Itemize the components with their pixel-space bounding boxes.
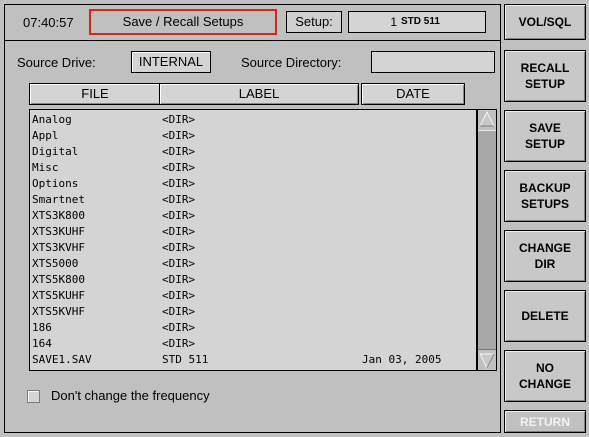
setup-label: Setup: <box>286 11 342 33</box>
file-name: XTS5KUHF <box>32 289 85 302</box>
file-name: Appl <box>32 129 59 142</box>
file-name: Smartnet <box>32 193 85 206</box>
file-name: 164 <box>32 337 52 350</box>
file-date: Jan 03, 2005 <box>362 353 442 366</box>
file-label: <DIR> <box>162 129 196 142</box>
file-label: <DIR> <box>162 305 196 318</box>
setup-number: 1 <box>390 15 397 29</box>
list-item[interactable]: Appl <DIR> <box>30 128 476 143</box>
column-header-label[interactable]: LABEL <box>159 83 359 105</box>
scroll-thumb[interactable] <box>478 130 496 350</box>
file-list[interactable]: Analog <DIR> Appl <DIR> Digital <DIR> Misc <… <box>29 109 477 371</box>
file-label: <DIR> <box>162 257 196 270</box>
save-recall-window: 07:40:57 Save / Recall Setups Setup: 1 S… <box>0 0 589 437</box>
file-name: XTS3K800 <box>32 209 85 222</box>
backup-setups-button[interactable]: BACKUP SETUPS <box>504 170 586 222</box>
delete-button[interactable]: DELETE <box>504 290 586 342</box>
list-item[interactable]: XTS3K800 <DIR> <box>30 208 476 223</box>
dont-change-frequency-label[interactable]: Don't change the frequency <box>51 388 210 403</box>
scroll-down-arrow-icon[interactable] <box>478 352 496 370</box>
column-header-date[interactable]: DATE <box>361 83 465 105</box>
softkey-sidebar: VOL/SQL RECALL SETUP SAVE SETUP BACKUP S… <box>504 4 586 433</box>
file-label: STD 511 <box>162 353 209 366</box>
file-label: <DIR> <box>162 289 196 302</box>
list-item[interactable]: 186 <DIR> <box>30 320 476 335</box>
list-item[interactable]: Digital <DIR> <box>30 144 476 159</box>
page-title: Save / Recall Setups <box>89 9 277 35</box>
no-change-button[interactable]: NO CHANGE <box>504 350 586 402</box>
change-dir-button[interactable]: CHANGE DIR <box>504 230 586 282</box>
setup-name: STD 511 <box>401 16 440 27</box>
file-label: <DIR> <box>162 113 196 126</box>
file-label: <DIR> <box>162 241 196 254</box>
file-name: XTS5000 <box>32 257 79 270</box>
main-panel: 07:40:57 Save / Recall Setups Setup: 1 S… <box>4 4 501 433</box>
file-name: XTS5K800 <box>32 273 85 286</box>
list-item[interactable]: Misc <DIR> <box>30 160 476 175</box>
list-scrollbar[interactable] <box>477 109 497 371</box>
file-name: Misc <box>32 161 59 174</box>
file-label: <DIR> <box>162 209 196 222</box>
recall-setup-button[interactable]: RECALL SETUP <box>504 50 586 102</box>
save-setup-button[interactable]: SAVE SETUP <box>504 110 586 162</box>
file-label: <DIR> <box>162 225 196 238</box>
source-directory-label: Source Directory: <box>241 55 342 70</box>
file-label: <DIR> <box>162 337 196 350</box>
file-name: SAVE1.SAV <box>32 353 92 366</box>
list-item[interactable]: XTS3KVHF <DIR> <box>30 240 476 255</box>
scroll-up-arrow-icon[interactable] <box>478 110 496 128</box>
source-directory-field[interactable] <box>371 51 495 73</box>
file-label: <DIR> <box>162 321 196 334</box>
header-bar: 07:40:57 Save / Recall Setups Setup: 1 S… <box>5 5 500 41</box>
source-drive-label: Source Drive: <box>17 55 96 70</box>
file-label: <DIR> <box>162 145 196 158</box>
list-item[interactable]: XTS5KUHF <DIR> <box>30 288 476 303</box>
list-item[interactable]: XTS5000 <DIR> <box>30 256 476 271</box>
clock: 07:40:57 <box>23 15 74 30</box>
list-item[interactable]: XTS5KVHF <DIR> <box>30 304 476 319</box>
list-item[interactable]: Analog <DIR> <box>30 112 476 127</box>
file-label: <DIR> <box>162 273 196 286</box>
list-item[interactable]: Options <DIR> <box>30 176 476 191</box>
return-button[interactable]: RETURN <box>504 410 586 433</box>
file-name: Digital <box>32 145 79 158</box>
list-item[interactable]: Smartnet <DIR> <box>30 192 476 207</box>
file-name: XTS3KVHF <box>32 241 85 254</box>
column-header-file[interactable]: FILE <box>29 83 161 105</box>
file-name: 186 <box>32 321 52 334</box>
file-name: XTS5KVHF <box>32 305 85 318</box>
list-item[interactable]: 164 <DIR> <box>30 336 476 351</box>
setup-value: 1 STD 511 <box>348 11 486 33</box>
vol-sql-button[interactable]: VOL/SQL <box>504 4 586 40</box>
dont-change-frequency-checkbox[interactable] <box>27 390 40 403</box>
list-item[interactable]: XTS3KUHF <DIR> <box>30 224 476 239</box>
file-label: <DIR> <box>162 193 196 206</box>
file-name: XTS3KUHF <box>32 225 85 238</box>
source-drive-field[interactable]: INTERNAL <box>131 51 211 73</box>
file-name: Options <box>32 177 79 190</box>
file-name: Analog <box>32 113 72 126</box>
list-item[interactable]: SAVE1.SAV STD 511 Jan 03, 2005 <box>30 352 476 367</box>
file-label: <DIR> <box>162 177 196 190</box>
file-label: <DIR> <box>162 161 196 174</box>
list-item[interactable]: XTS5K800 <DIR> <box>30 272 476 287</box>
